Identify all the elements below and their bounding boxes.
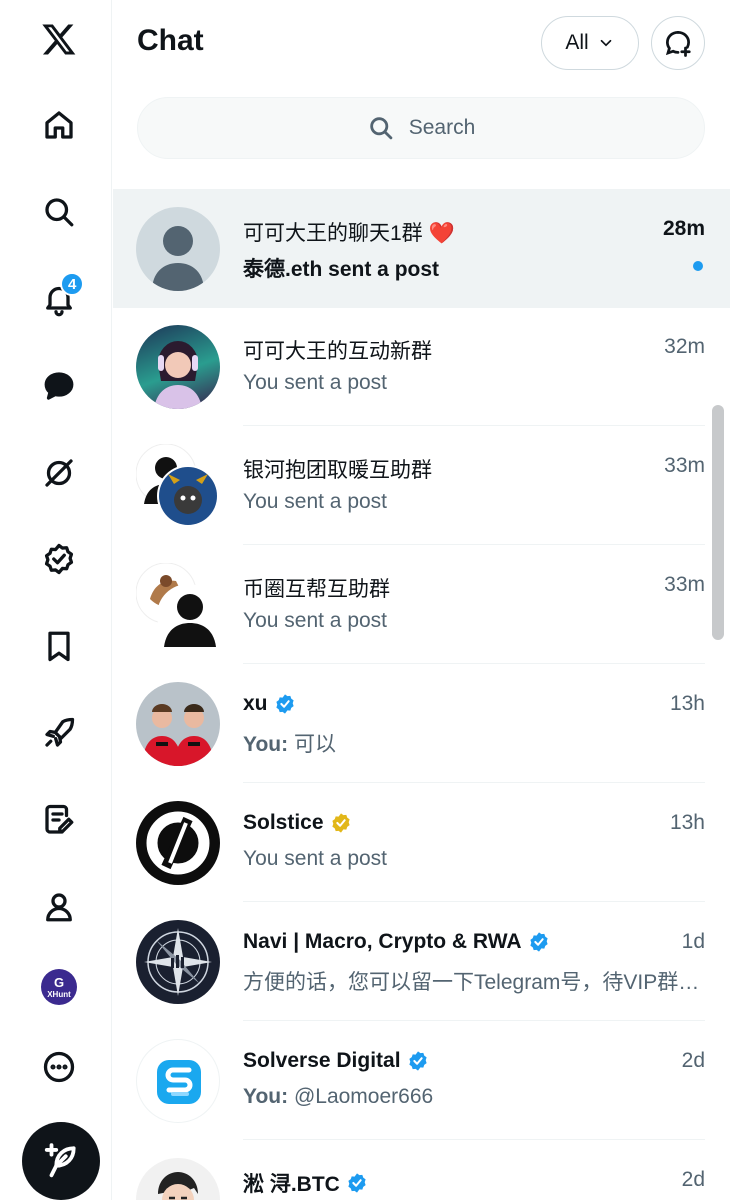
sidebar-nav: 4 G XHunt: [0, 0, 112, 1200]
search-icon: [369, 117, 393, 140]
conversation-time: 32m: [664, 335, 705, 358]
unread-indicator: [693, 261, 703, 271]
conversation-row[interactable]: Navi | Macro, Crypto & RWA 1d 方便的话，您可以留一…: [113, 902, 730, 1021]
home-icon[interactable]: [22, 88, 96, 162]
conversation-time: 2d: [681, 1168, 705, 1191]
verified-badge-icon: [529, 932, 548, 952]
messages-chat-icon[interactable]: [22, 349, 96, 423]
conversation-name: 银河抱团取暖互助群: [243, 459, 432, 482]
conversation-name: Solverse Digital: [243, 1049, 429, 1073]
avatar: [136, 920, 220, 1004]
group-avatar: [135, 443, 220, 528]
grok-icon[interactable]: [22, 436, 96, 510]
conversation-name: Navi | Macro, Crypto & RWA: [243, 930, 550, 954]
conversation-row[interactable]: xu 13h You: 可以: [113, 664, 730, 783]
new-message-icon: [665, 31, 691, 57]
search-placeholder: Search: [408, 116, 476, 139]
profile-icon[interactable]: [22, 870, 96, 944]
avatar: [136, 1039, 220, 1123]
conversation-time: 13h: [669, 692, 705, 715]
verified-badge-icon: [275, 694, 294, 714]
page-title: Chat: [137, 24, 204, 57]
conversation-row[interactable]: 淞 浔.BTC 2d: [113, 1140, 730, 1200]
conversation-row[interactable]: 可可大王的聊天1群 ❤️ 28m 泰德.eth sent a post: [113, 189, 730, 308]
search-input[interactable]: Search: [137, 97, 705, 159]
default-avatar: [136, 207, 220, 291]
feather-plus-icon: [44, 1143, 76, 1178]
conversation-name: 可可大王的聊天1群 ❤️: [243, 222, 455, 245]
conversation-preview: 泰德.eth sent a post: [243, 258, 440, 281]
conversation-preview: You sent a post: [243, 847, 388, 870]
conversation-name: 币圈互帮互助群: [243, 578, 390, 601]
notification-count-badge: 4: [60, 272, 85, 296]
conversation-time: 33m: [664, 573, 705, 596]
bookmarks-icon[interactable]: [22, 609, 96, 683]
conversation-time: 13h: [669, 811, 705, 834]
conversation-time: 28m: [662, 217, 705, 240]
verified-badge-icon: [348, 1173, 366, 1193]
compose-post-button[interactable]: [22, 1122, 100, 1200]
chevron-down-icon: [600, 39, 611, 47]
verified-badge-icon[interactable]: [22, 522, 96, 596]
more-options-icon[interactable]: [22, 1030, 96, 1104]
scrollbar[interactable]: [712, 405, 724, 640]
avatar: [136, 325, 220, 409]
conversation-row[interactable]: 币圈互帮互助群 33m You sent a post: [113, 545, 730, 664]
verified-badge-icon: [408, 1051, 427, 1071]
notifications-bell-icon[interactable]: 4: [22, 262, 96, 336]
filter-label: All: [565, 31, 589, 54]
filter-dropdown[interactable]: All: [541, 16, 639, 70]
avatar: [136, 682, 220, 766]
conversation-time: 1d: [681, 930, 705, 953]
conversation-name: 淞 浔.BTC: [243, 1168, 368, 1198]
drafts-edit-icon[interactable]: [22, 783, 96, 857]
conversation-row[interactable]: Solverse Digital 2d You: @Laomoer666: [113, 1021, 730, 1140]
avatar: [136, 801, 220, 885]
explore-search-icon[interactable]: [22, 175, 96, 249]
conversation-row[interactable]: 银河抱团取暖互助群 33m You sent a post: [113, 426, 730, 545]
conversation-preview: You: @Laomoer666: [243, 1085, 434, 1108]
x-logo-icon[interactable]: [22, 2, 96, 76]
chat-panel: Chat All Search 可可大王的聊天1群 ❤️ 28m 泰德.eth …: [113, 0, 730, 1200]
conversation-time: 33m: [664, 454, 705, 477]
xhunt-extension-icon[interactable]: G XHunt: [22, 950, 96, 1024]
gold-verified-badge-icon: [331, 813, 350, 833]
conversation-preview: You sent a post: [243, 490, 388, 513]
conversation-row[interactable]: 可可大王的互动新群 32m You sent a post: [113, 307, 730, 426]
conversation-name: Solstice: [243, 811, 352, 835]
group-avatar: [135, 562, 220, 647]
conversation-name: 可可大王的互动新群: [243, 340, 432, 363]
conversation-preview: You sent a post: [243, 609, 388, 632]
new-chat-button[interactable]: [651, 16, 705, 70]
conversation-preview: You: 可以: [243, 733, 336, 756]
rocket-icon[interactable]: [22, 696, 96, 770]
conversation-preview: You sent a post: [243, 371, 388, 394]
conversation-preview: 方便的话，您可以留一下Telegram号，待VIP群开放后我们第一时间拉您进群: [243, 971, 705, 994]
conversation-row[interactable]: Solstice 13h You sent a post: [113, 783, 730, 902]
conversation-name: xu: [243, 692, 296, 716]
avatar: [136, 1158, 220, 1200]
conversation-time: 2d: [681, 1049, 705, 1072]
